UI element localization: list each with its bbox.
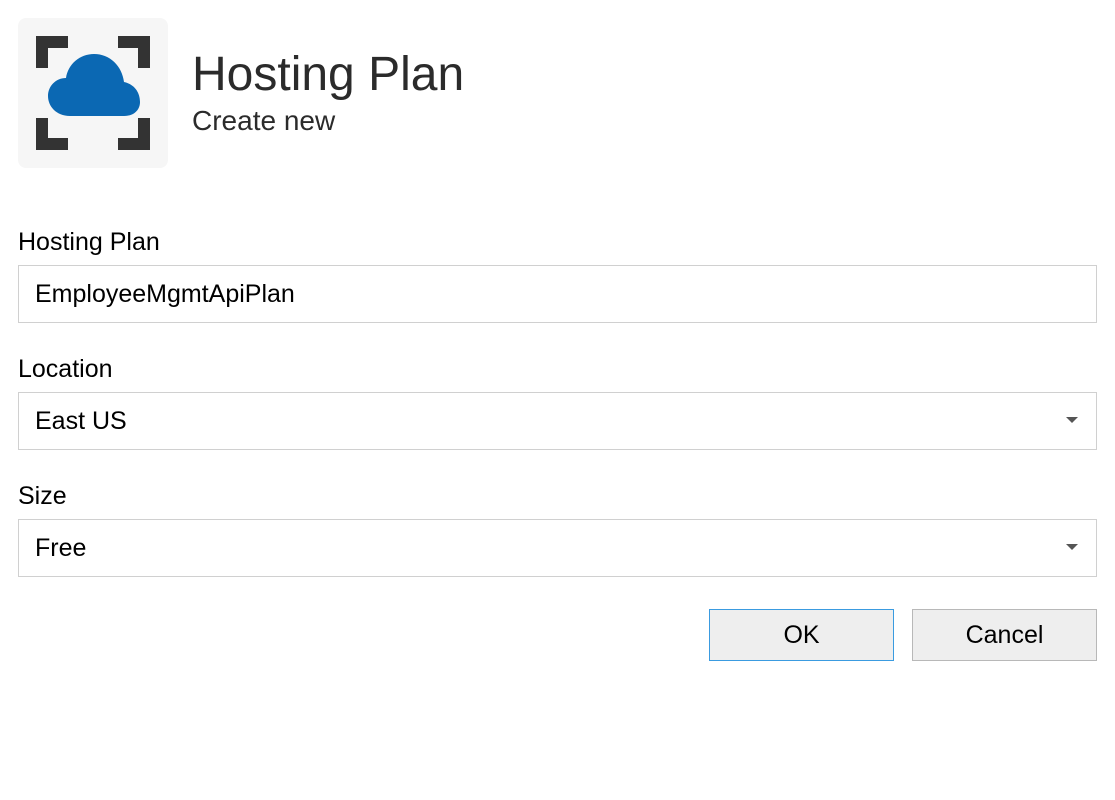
page-title: Hosting Plan [192, 49, 464, 102]
location-field-group: Location East US [18, 355, 1097, 450]
dialog-header: Hosting Plan Create new [18, 18, 1097, 168]
size-label: Size [18, 482, 1097, 511]
dialog-button-row: OK Cancel [18, 609, 1097, 661]
page-subtitle: Create new [192, 105, 464, 137]
hosting-plan-icon [18, 18, 168, 168]
title-block: Hosting Plan Create new [192, 49, 464, 138]
cloud-focus-icon [28, 28, 158, 158]
hosting-plan-field-group: Hosting Plan [18, 228, 1097, 323]
size-select[interactable]: Free [18, 519, 1097, 577]
hosting-plan-label: Hosting Plan [18, 228, 1097, 257]
size-select-wrap: Free [18, 519, 1097, 577]
location-select[interactable]: East US [18, 392, 1097, 450]
hosting-plan-input[interactable] [18, 265, 1097, 323]
location-select-wrap: East US [18, 392, 1097, 450]
size-field-group: Size Free [18, 482, 1097, 577]
location-label: Location [18, 355, 1097, 384]
cancel-button[interactable]: Cancel [912, 609, 1097, 661]
ok-button[interactable]: OK [709, 609, 894, 661]
